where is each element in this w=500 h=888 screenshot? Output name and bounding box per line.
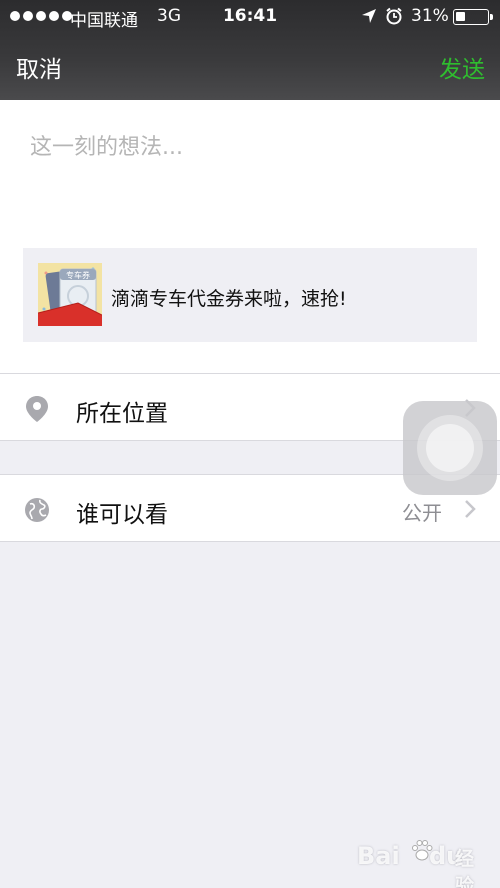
location-label: 所在位置 — [76, 401, 168, 427]
assistive-touch-button[interactable] — [403, 401, 497, 495]
svg-text:专车券: 专车券 — [66, 270, 90, 280]
location-arrow-icon — [362, 9, 376, 23]
battery-percent: 31% — [411, 6, 449, 26]
cancel-button[interactable]: 取消 — [16, 50, 62, 84]
visibility-value: 公开 — [402, 501, 442, 525]
status-bar: 中国联通 3G 16:41 31% — [0, 0, 500, 32]
globe-icon — [25, 498, 49, 522]
top-bar: 中国联通 3G 16:41 31% 取消 发送 — [0, 0, 500, 100]
shared-link-card[interactable]: 专车券 滴滴专车代金券来啦，速抢! — [23, 248, 477, 342]
shared-link-title: 滴滴专车代金券来啦，速抢! — [111, 288, 347, 310]
chevron-right-icon — [465, 500, 476, 518]
post-composer: 专车券 滴滴专车代金券来啦，速抢! — [0, 100, 500, 374]
baidu-jingyan-watermark: Bai du 经验 — [357, 836, 487, 888]
coupon-image-icon: 专车券 — [38, 263, 102, 326]
moment-text-input[interactable] — [30, 127, 470, 167]
battery-icon — [453, 9, 493, 25]
coupon-thumbnail: 专车券 — [38, 263, 102, 326]
location-pin-icon — [26, 396, 48, 422]
alarm-clock-icon — [386, 7, 402, 25]
visibility-label: 谁可以看 — [76, 502, 168, 528]
send-button[interactable]: 发送 — [439, 50, 485, 84]
